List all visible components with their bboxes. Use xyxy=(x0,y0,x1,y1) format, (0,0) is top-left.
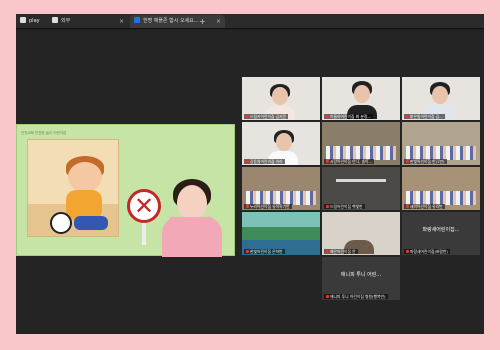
participant-tile[interactable]: 드림키어린이집 김지윤 xyxy=(242,77,320,120)
shared-slide: 안전교육 안전한 놀이 어린이집 ✕ xyxy=(16,124,235,257)
participant-tile[interactable]: 밝은빛어린이집 김... xyxy=(402,77,480,120)
browser-window: play 외부 × 한명 애플존 함시 오세요... × + 안전교육 안전한 놀이… xyxy=(16,14,484,334)
muted-mic-icon xyxy=(246,250,249,253)
close-icon[interactable]: × xyxy=(119,15,124,28)
muted-mic-icon xyxy=(326,115,329,118)
soccer-ball-icon xyxy=(50,212,72,234)
participant-tile[interactable]: 한빛어린이집 은하반 xyxy=(242,212,320,255)
kid-illustration xyxy=(27,139,119,237)
participant-tile[interactable]: 파랑새어린이집... 파랑새어린이집(바람반) xyxy=(402,212,480,255)
tab-extension[interactable]: 외부 × xyxy=(48,15,128,28)
teacher-avatar xyxy=(177,185,207,221)
slide-header: 안전교육 안전한 놀이 어린이집 xyxy=(21,131,67,135)
muted-mic-icon xyxy=(326,295,329,298)
participant-tile[interactable]: 드림어린이집 햇빛반 xyxy=(322,167,400,210)
muted-mic-icon xyxy=(406,250,409,253)
participant-tile[interactable]: 누리어린이집 유아학기반 xyxy=(242,167,320,210)
muted-mic-icon xyxy=(406,205,409,208)
muted-mic-icon xyxy=(406,115,409,118)
meeting-stage: 안전교육 안전한 놀이 어린이집 ✕ 드림키어린이집 김지윤 아름하어린이집 최… xyxy=(16,30,484,334)
muted-mic-icon xyxy=(326,250,329,253)
participant-tile[interactable]: 예은어린이집 안 xyxy=(322,212,400,255)
muted-mic-icon xyxy=(246,205,249,208)
participant-tile[interactable]: 아름하어린이집 최 분정... xyxy=(322,77,400,120)
participant-tile[interactable]: 한빛어린이집 반(1반) xyxy=(402,122,480,165)
muted-mic-icon xyxy=(246,115,249,118)
close-icon[interactable]: × xyxy=(216,15,221,28)
participant-tile[interactable]: 강동원어린이집 아라 xyxy=(242,122,320,165)
participant-tile[interactable]: 애니피 투니 어린... 애니피 투니 어린이집 병원(행복반) xyxy=(322,257,400,300)
muted-mic-icon xyxy=(326,160,329,163)
meet-icon xyxy=(134,17,140,23)
extension-icon xyxy=(52,17,58,23)
app-icon xyxy=(20,17,26,23)
no-sign-icon: ✕ xyxy=(127,189,161,223)
muted-mic-icon xyxy=(326,205,329,208)
participant-grid: 드림키어린이집 김지윤 아름하어린이집 최 분정... 밝은빛어린이집 김...… xyxy=(242,77,482,303)
tab-meeting[interactable]: 한명 애플존 함시 오세요... × xyxy=(130,15,225,28)
tab-bar: play 외부 × 한명 애플존 함시 오세요... × + xyxy=(16,14,484,29)
tab-play[interactable]: play xyxy=(16,15,44,28)
participant-tile[interactable]: 새싹어린이집 유리반 xyxy=(402,167,480,210)
new-tab-icon[interactable]: + xyxy=(199,15,206,28)
participant-tile[interactable]: 사랑어린이집 안나, 송이... xyxy=(322,122,400,165)
muted-mic-icon xyxy=(406,160,409,163)
muted-mic-icon xyxy=(246,160,249,163)
